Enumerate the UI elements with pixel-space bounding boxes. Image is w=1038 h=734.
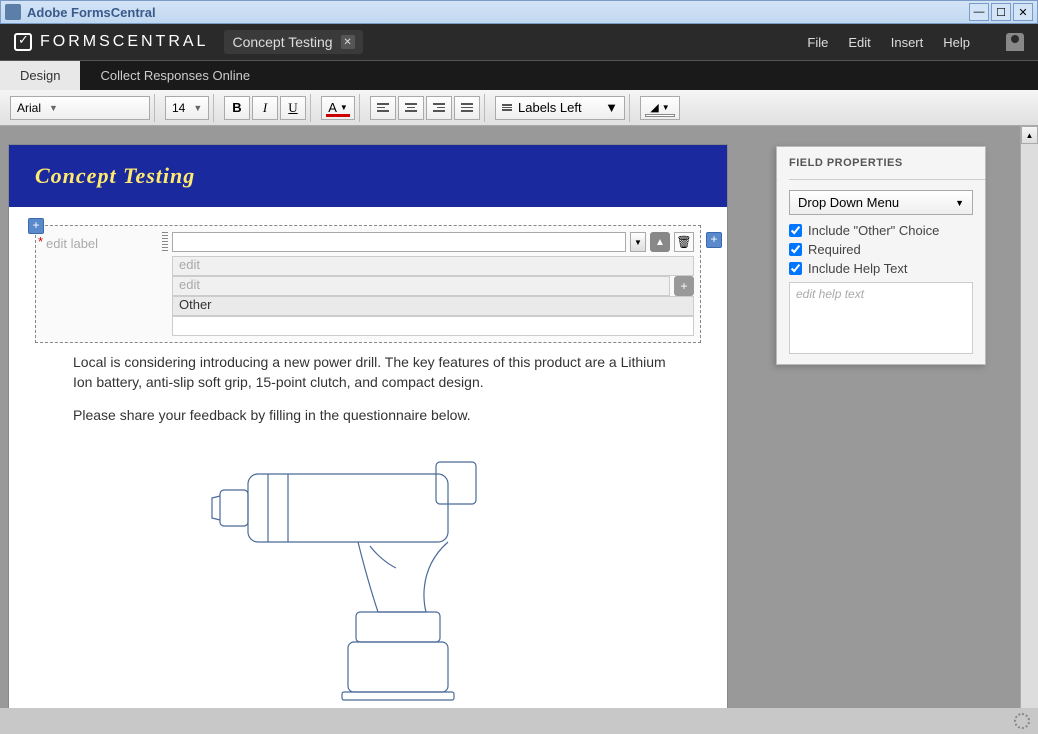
document-tab-label: Concept Testing — [232, 34, 332, 50]
form-title[interactable]: Concept Testing — [9, 145, 727, 207]
user-icon[interactable] — [1006, 33, 1024, 51]
help-text-input[interactable]: edit help text — [789, 282, 973, 354]
labels-icon — [502, 104, 512, 111]
align-justify-button[interactable] — [454, 96, 480, 120]
required-label: Required — [808, 242, 861, 257]
drag-handle-icon[interactable] — [162, 232, 168, 252]
chevron-down-icon: ▼ — [49, 103, 58, 113]
drill-image[interactable] — [208, 442, 528, 702]
vertical-scrollbar[interactable]: ▲ ▼ — [1020, 126, 1038, 734]
field-properties-panel: FIELD PROPERTIES Drop Down Menu ▼ Includ… — [776, 146, 986, 365]
font-size-value: 14 — [172, 101, 185, 115]
required-star-icon: * — [38, 234, 43, 249]
field-label-placeholder: edit label — [46, 236, 98, 251]
chevron-down-icon: ▼ — [605, 100, 618, 115]
include-help-checkbox[interactable] — [789, 262, 802, 275]
brand-text: FORMSCENTRAL — [40, 33, 208, 51]
close-button[interactable]: ✕ — [1013, 3, 1033, 21]
font-size-select[interactable]: 14 ▼ — [165, 96, 209, 120]
field-type-value: Drop Down Menu — [798, 195, 899, 210]
dropdown-selected-input[interactable] — [172, 232, 626, 252]
tab-strip: Design Collect Responses Online — [0, 60, 1038, 90]
include-other-label: Include "Other" Choice — [808, 223, 939, 238]
field-type-select[interactable]: Drop Down Menu ▼ — [789, 190, 973, 215]
delete-field-button[interactable]: 🗑 — [674, 232, 694, 252]
text-color-button[interactable]: A▼ — [321, 96, 355, 120]
align-left-button[interactable] — [370, 96, 396, 120]
align-right-button[interactable] — [426, 96, 452, 120]
font-family-select[interactable]: Arial ▼ — [10, 96, 150, 120]
window-titlebar: Adobe FormsCentral — ☐ ✕ — [0, 0, 1038, 24]
dropdown-field-editor[interactable]: + + * edit label ▼ ▲ 🗑 e — [35, 225, 701, 343]
scroll-up-button[interactable]: ▲ — [1021, 126, 1038, 144]
form-paragraph-2[interactable]: Please share your feedback by filling in… — [73, 406, 687, 426]
menu-help[interactable]: Help — [943, 35, 970, 50]
option-input-1[interactable]: edit — [172, 256, 694, 276]
fill-color-button[interactable]: ◢▼ — [640, 96, 680, 120]
field-label-input[interactable]: * edit label — [42, 232, 162, 336]
window-title: Adobe FormsCentral — [27, 5, 969, 20]
form-canvas[interactable]: Concept Testing + + * edit label ▼ ▲ 🗑 — [8, 144, 728, 734]
properties-panel-title: FIELD PROPERTIES — [777, 147, 985, 180]
labels-position-select[interactable]: Labels Left ▼ — [495, 96, 625, 120]
menu-insert[interactable]: Insert — [891, 35, 924, 50]
include-help-checkbox-row[interactable]: Include Help Text — [789, 261, 973, 276]
tab-design[interactable]: Design — [0, 61, 80, 90]
app-header: FORMSCENTRAL Concept Testing ✕ File Edit… — [0, 24, 1038, 60]
labels-value: Labels Left — [518, 100, 582, 115]
option-input-2[interactable]: edit — [172, 276, 670, 296]
loading-icon — [1014, 713, 1030, 729]
maximize-button[interactable]: ☐ — [991, 3, 1011, 21]
add-field-after-button[interactable]: + — [706, 232, 722, 248]
bold-button[interactable]: B — [224, 96, 250, 120]
include-help-label: Include Help Text — [808, 261, 908, 276]
font-family-value: Arial — [17, 101, 41, 115]
required-checkbox-row[interactable]: Required — [789, 242, 973, 257]
underline-button[interactable]: U — [280, 96, 306, 120]
include-other-checkbox[interactable] — [789, 224, 802, 237]
form-paragraph-1[interactable]: Local is considering introducing a new p… — [73, 353, 687, 392]
align-center-button[interactable] — [398, 96, 424, 120]
menu-file[interactable]: File — [807, 35, 828, 50]
menu-edit[interactable]: Edit — [848, 35, 870, 50]
design-canvas-area: Concept Testing + + * edit label ▼ ▲ 🗑 — [0, 126, 1020, 734]
chevron-down-icon: ▼ — [955, 198, 964, 208]
close-document-icon[interactable]: ✕ — [341, 35, 355, 49]
move-up-button[interactable]: ▲ — [650, 232, 670, 252]
add-option-button[interactable]: + — [674, 276, 694, 296]
minimize-button[interactable]: — — [969, 3, 989, 21]
status-bar — [0, 708, 1038, 734]
brand-icon — [14, 33, 32, 51]
app-icon — [5, 4, 21, 20]
option-other[interactable]: Other — [172, 296, 694, 316]
format-toolbar: Arial ▼ 14 ▼ B I U A▼ Labels Left ▼ ◢▼ — [0, 90, 1038, 126]
tab-collect-responses[interactable]: Collect Responses Online — [80, 61, 270, 90]
dropdown-arrow-button[interactable]: ▼ — [630, 232, 646, 252]
italic-button[interactable]: I — [252, 96, 278, 120]
document-tab[interactable]: Concept Testing ✕ — [224, 30, 362, 54]
option-input-new[interactable] — [172, 316, 694, 336]
include-other-checkbox-row[interactable]: Include "Other" Choice — [789, 223, 973, 238]
required-checkbox[interactable] — [789, 243, 802, 256]
chevron-down-icon: ▼ — [193, 103, 202, 113]
